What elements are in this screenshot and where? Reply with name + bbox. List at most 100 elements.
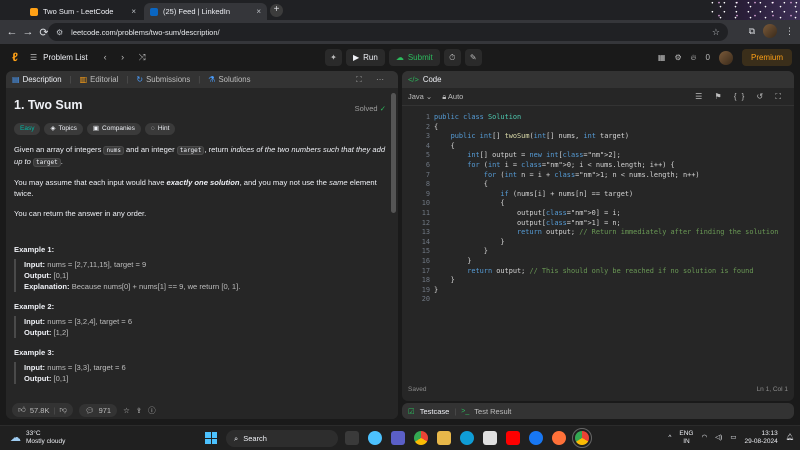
new-tab-button[interactable]: + [270,4,283,17]
close-icon[interactable]: × [131,7,136,16]
tab-title: Two Sum - LeetCode [43,7,114,16]
leetcode-logo-icon[interactable]: ℓ [8,50,22,64]
editor-tools-icons[interactable]: ☰ ⚑ {} ↺ ⛶ [695,92,786,102]
tab-linkedin[interactable]: (25) Feed | LinkedIn × [144,3,267,20]
chrome-icon[interactable] [414,431,428,445]
share-icon[interactable]: ⇪ [136,406,142,415]
notes-icon[interactable]: ✎ [464,49,482,66]
cloud-icon: ☁ [10,432,21,444]
code-line[interactable]: if (nums[i] + nums[n] == target) [434,190,633,200]
windows-start-icon[interactable] [205,432,217,444]
code-panel-header: </> Code [402,71,794,88]
code-line[interactable]: return output; // Return immediately aft… [434,228,778,238]
url-bar[interactable]: ⚙ leetcode.com/problems/two-sum/descript… [48,23,728,41]
submit-button[interactable]: ☁ Submit [388,49,440,66]
lock-icon: ▣ [92,125,100,132]
like-button[interactable]: 👍︎ 57.8K | 👎︎ [12,403,74,417]
extensions-icon[interactable]: ⧉ [749,26,755,37]
bookmark-star-icon[interactable]: ☆ [712,27,720,38]
volume-icon[interactable]: ◁) [715,434,722,442]
tab-testcase[interactable]: Testcase [420,407,450,416]
taskbar-search[interactable]: ⌕ Search [226,430,338,447]
code-line[interactable]: } [434,276,455,286]
code-line[interactable]: int[] output = new int[class="nm">2]; [434,151,621,161]
prev-next-shuffle-icons[interactable]: ‹ › ⤨ [104,52,152,63]
tab-test-result[interactable]: Test Result [474,407,511,416]
chevron-up-icon[interactable]: ^ [668,434,671,442]
back-icon[interactable]: ← [4,26,20,38]
expand-panel-icons[interactable]: ⛶ ⋯ [356,75,390,85]
battery-icon[interactable]: ▭ [730,434,736,442]
code-line[interactable]: public class Solution [434,113,521,123]
code-line[interactable]: { [434,123,438,133]
user-avatar[interactable] [718,50,733,65]
code-line[interactable]: { [434,180,488,190]
chrome-active-icon[interactable] [572,428,592,448]
youtube-icon[interactable] [506,431,520,445]
premium-button[interactable]: Premium [741,49,792,66]
line-number: 5 [425,151,430,160]
timer-icon[interactable]: ⏱ [443,49,461,66]
code-line[interactable]: { [434,142,455,152]
tab-editorial[interactable]: ▥ Editorial [80,75,119,84]
profile-avatar[interactable] [763,24,777,38]
store-icon[interactable] [483,431,497,445]
widgets-icon[interactable] [368,431,382,445]
run-button[interactable]: ▶ Run [346,49,385,66]
help-icon[interactable]: ⓘ [148,405,156,416]
tab-title: (25) Feed | LinkedIn [163,7,230,16]
site-info-icon[interactable]: ⚙ [56,28,63,37]
example-heading: Example 2: [14,302,55,311]
firefox-icon[interactable] [552,431,566,445]
tab-two-sum[interactable]: Two Sum - LeetCode × [24,3,142,20]
code-line[interactable]: return output; // This should only be re… [434,267,753,277]
code-line[interactable]: } [434,247,488,257]
region-code: IN [683,438,690,445]
language-indicator[interactable]: ENG IN [679,430,693,446]
teams-icon[interactable] [391,431,405,445]
code-line[interactable]: for (int i = class="nm">0; i < nums.leng… [434,161,674,171]
code-line[interactable]: } [434,238,504,248]
editor-status-bar: Saved Ln 1, Col 1 [408,386,788,393]
code-line[interactable]: output[class="nm">1] = n; [434,219,621,229]
star-icon[interactable]: ☆ [123,406,130,415]
code-editor[interactable]: 1 public class Solution 2 {3 public int[] t… [402,109,794,379]
line-number: 18 [421,276,430,285]
notifications-icon[interactable]: 🔔︎ [786,434,794,442]
language-select[interactable]: Java ⌄ [408,92,432,101]
code-line[interactable]: public int[] twoSum(int[] nums, int targ… [434,132,629,142]
text: , and you may not use the [239,178,330,187]
weather-widget[interactable]: ☁ 33°C Mostly cloudy [10,430,65,446]
tab-description[interactable]: ▤ Description [12,75,62,84]
leetcode-header: ℓ ☰ Problem List ‹ › ⤨ ✦ ▶ Run ☁ Submit ⏱ … [0,44,800,71]
code-line[interactable]: } [434,286,438,296]
code-line[interactable]: for (int n = i + class="nm">1; n < nums.… [434,171,700,181]
layout-grid-icon[interactable]: ▦ [658,53,666,62]
code-line[interactable]: } [434,257,471,267]
close-icon[interactable]: × [256,7,261,16]
menu-kebab-icon[interactable]: ⋮ [785,26,794,37]
forward-icon[interactable]: → [20,26,36,38]
task-view-icon[interactable] [345,431,359,445]
code-line[interactable]: { [434,199,504,209]
tab-solutions[interactable]: ⚗ Solutions [208,75,250,84]
hint-tag[interactable]: ◌ Hint [144,123,176,135]
fire-streak-icon[interactable]: 🔥︎ [691,53,697,63]
debug-icon[interactable]: ✦ [325,49,342,66]
tab-submissions[interactable]: ↻ Submissions [136,75,190,84]
facebook-icon[interactable] [529,431,543,445]
comments-button[interactable]: 💬︎ 971 [79,403,118,417]
thumbs-down-icon[interactable]: 👎︎ [59,405,67,415]
problem-list-link[interactable]: Problem List [43,53,87,62]
description-scrollbar[interactable] [391,93,396,213]
wifi-icon[interactable]: ◠ [701,434,707,442]
file-explorer-icon[interactable] [437,431,451,445]
code-line[interactable]: output[class="nm">0] = i; [434,209,621,219]
companies-tag[interactable]: ▣ Companies [86,123,141,135]
settings-gear-icon[interactable]: ⚙ [674,53,681,62]
clock[interactable]: 13:13 29-08-2024 [744,430,777,446]
topics-tag[interactable]: ◈ Topics [44,123,83,135]
auto-mode-toggle[interactable]: 🔒︎ Auto [442,92,463,102]
edge-icon[interactable] [460,431,474,445]
comment-count: 971 [98,405,112,415]
